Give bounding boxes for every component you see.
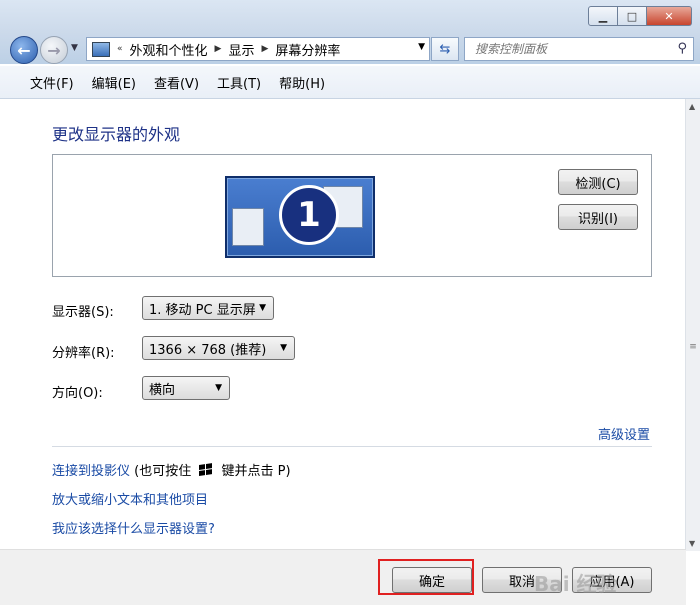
menu-view[interactable]: 查看(V) bbox=[145, 73, 208, 92]
vertical-scrollbar[interactable]: ▲ ≡ ▼ bbox=[685, 99, 700, 551]
projector-hint-suffix: 键并点击 P) bbox=[221, 464, 291, 479]
chevron-down-icon: ▼ bbox=[215, 383, 222, 393]
advanced-settings-link[interactable]: 高级设置 bbox=[598, 424, 650, 443]
scroll-grip-icon[interactable]: ≡ bbox=[688, 342, 698, 352]
scroll-up-icon[interactable]: ▲ bbox=[689, 102, 695, 111]
search-input[interactable] bbox=[473, 41, 673, 57]
back-arrow-icon: ← bbox=[17, 40, 31, 60]
search-icon[interactable]: ⚲ bbox=[677, 41, 687, 56]
resolution-label: 分辨率(R): bbox=[52, 346, 115, 361]
close-button[interactable]: ✕ bbox=[647, 6, 692, 26]
search-box[interactable]: ⚲ bbox=[464, 37, 694, 61]
breadcrumb-screen-resolution[interactable]: 屏幕分辨率 bbox=[271, 40, 344, 59]
monitor-1[interactable]: 1 bbox=[225, 176, 375, 258]
projector-hint-prefix: (也可按住 bbox=[134, 464, 192, 479]
resolution-select-value: 1366 × 768 (推荐) bbox=[149, 342, 267, 358]
breadcrumb-chevron-icon[interactable]: ▶ bbox=[258, 44, 271, 54]
orientation-select[interactable]: 横向 ▼ bbox=[142, 376, 230, 400]
resolution-select[interactable]: 1366 × 768 (推荐) ▼ bbox=[142, 336, 295, 360]
menu-edit[interactable]: 编辑(E) bbox=[83, 73, 145, 92]
refresh-icon: ⇆ bbox=[439, 41, 451, 57]
menu-file[interactable]: 文件(F) bbox=[21, 73, 83, 92]
title-bar: ▁ □ ✕ bbox=[0, 0, 700, 34]
chevron-down-icon: ▼ bbox=[259, 303, 266, 313]
monitor-window-graphic bbox=[232, 208, 264, 246]
maximize-button[interactable]: □ bbox=[618, 6, 647, 26]
recent-pages-dropdown[interactable]: ▼ bbox=[71, 43, 78, 53]
which-settings-link[interactable]: 我应该选择什么显示器设置? bbox=[52, 518, 215, 537]
forward-arrow-icon: → bbox=[47, 40, 61, 60]
display-select[interactable]: 1. 移动 PC 显示屏 ▼ bbox=[142, 296, 274, 320]
refresh-button[interactable]: ⇆ bbox=[431, 37, 459, 61]
menu-bar: 文件(F) 编辑(E) 查看(V) 工具(T) 帮助(H) bbox=[0, 66, 700, 99]
minimize-button[interactable]: ▁ bbox=[588, 6, 618, 26]
scroll-down-icon[interactable]: ▼ bbox=[689, 539, 695, 548]
chevron-down-icon: ▼ bbox=[280, 343, 287, 353]
connect-projector-link[interactable]: 连接到投影仪 bbox=[52, 464, 130, 479]
ok-button[interactable]: 确定 bbox=[392, 567, 472, 593]
dialog-footer: 确定 取消 应用(A) Bai 经验 bbox=[0, 549, 686, 605]
display-label: 显示器(S): bbox=[52, 305, 114, 320]
address-bar[interactable]: « 外观和个性化 ▶ 显示 ▶ 屏幕分辨率 ▼ bbox=[86, 37, 430, 61]
control-panel-icon bbox=[92, 41, 110, 57]
monitor-number-badge: 1 bbox=[279, 185, 339, 245]
detect-button[interactable]: 检测(C) bbox=[558, 169, 638, 195]
address-overflow[interactable]: « bbox=[114, 44, 126, 54]
address-row: ← → ▼ « 外观和个性化 ▶ 显示 ▶ 屏幕分辨率 ▼ ⇆ ⚲ bbox=[0, 34, 700, 64]
menu-tools[interactable]: 工具(T) bbox=[208, 73, 270, 92]
identify-button[interactable]: 识别(I) bbox=[558, 204, 638, 230]
address-dropdown-icon[interactable]: ▼ bbox=[418, 42, 425, 52]
menu-help[interactable]: 帮助(H) bbox=[270, 73, 334, 92]
page-title: 更改显示器的外观 bbox=[52, 125, 181, 144]
window-controls: ▁ □ ✕ bbox=[588, 6, 692, 26]
text-size-link[interactable]: 放大或缩小文本和其他项目 bbox=[52, 489, 208, 508]
baidu-watermark: Bai 经验 bbox=[534, 572, 617, 596]
windows-key-icon bbox=[199, 463, 214, 477]
breadcrumb-display[interactable]: 显示 bbox=[224, 40, 258, 59]
connect-projector-link-row: 连接到投影仪 (也可按住 键并点击 P) bbox=[52, 460, 291, 479]
display-select-value: 1. 移动 PC 显示屏 bbox=[149, 302, 256, 318]
divider bbox=[52, 446, 652, 447]
breadcrumb-appearance[interactable]: 外观和个性化 bbox=[126, 40, 212, 59]
display-preview: 1 检测(C) 识别(I) bbox=[52, 154, 652, 277]
breadcrumb-chevron-icon[interactable]: ▶ bbox=[212, 44, 225, 54]
back-button[interactable]: ← bbox=[10, 36, 38, 64]
forward-button[interactable]: → bbox=[40, 36, 68, 64]
orientation-select-value: 横向 bbox=[149, 382, 176, 398]
main-content: 更改显示器的外观 1 检测(C) 识别(I) 显示器(S): 1. 移动 PC … bbox=[0, 99, 686, 549]
orientation-label: 方向(O): bbox=[52, 386, 103, 401]
